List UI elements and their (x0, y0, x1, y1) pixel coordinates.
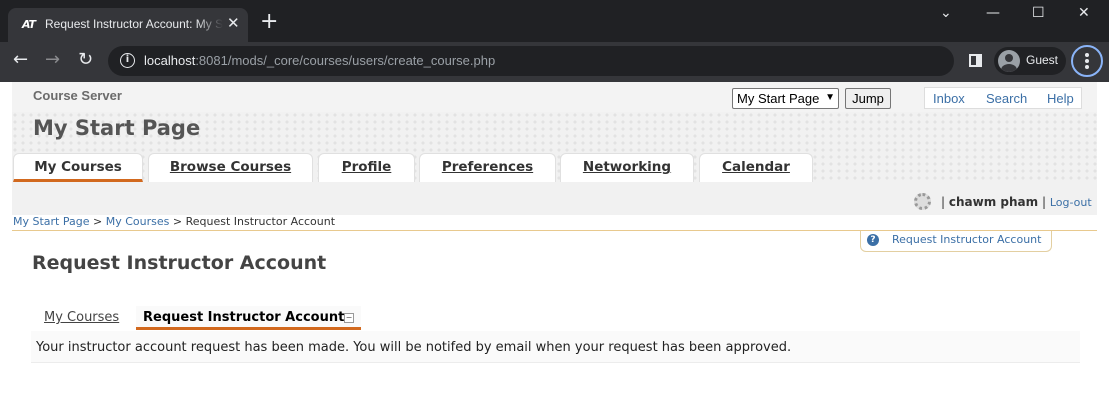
user-bar: | chawm pham | Log-out (12, 182, 1097, 215)
tab-search-icon[interactable]: ⌄ (940, 5, 952, 21)
atutor-favicon-icon: AT (22, 18, 36, 31)
separator: | (941, 195, 946, 209)
url-host: localhost (144, 53, 196, 68)
jump-select-value: My Start Page (737, 91, 820, 106)
maximize-button[interactable]: ☐ (1032, 5, 1045, 21)
help-link[interactable]: Help (1047, 91, 1074, 106)
jump-button[interactable]: Jump (845, 88, 891, 109)
username: chawm pham (948, 195, 1039, 209)
page-header: My Start Page My Courses Browse Courses … (12, 112, 1097, 215)
close-window-button[interactable]: ✕ (1078, 5, 1090, 21)
browser-menu-icon[interactable] (1071, 45, 1103, 77)
help-label[interactable]: Request Instructor Account (892, 233, 1041, 246)
breadcrumb-bar: My Start Page > My Courses > Request Ins… (12, 215, 1097, 231)
top-bar: Course Server My Start Page ▼ Jump Inbox… (12, 82, 1097, 112)
help-box[interactable]: ? Request Instructor Account (860, 231, 1052, 252)
profile-label: Guest (1026, 53, 1059, 67)
breadcrumb-current: Request Instructor Account (185, 215, 336, 228)
tab-profile[interactable]: Profile (318, 153, 415, 182)
help-icon: ? (867, 234, 879, 246)
reload-icon[interactable]: ↻ (78, 49, 93, 70)
section-heading: Request Instructor Account (32, 252, 327, 274)
site-name: Course Server (33, 88, 122, 103)
profile-button[interactable]: Guest (994, 47, 1066, 75)
message-box: Your instructor account request has been… (31, 331, 1080, 363)
forward-icon[interactable]: → (45, 49, 60, 70)
url-path: :8081/mods/_core/courses/users/create_co… (195, 53, 496, 68)
browser-chrome: AT Request Instructor Account: My Start … (0, 0, 1109, 82)
feedback-message: Your instructor account request has been… (36, 340, 792, 355)
separator: | (1041, 195, 1047, 209)
back-icon[interactable]: ← (13, 49, 28, 70)
browser-tab[interactable]: AT Request Instructor Account: My Start … (8, 8, 248, 42)
side-panel-icon[interactable] (969, 54, 982, 67)
browser-toolbar: ← → ↻ i localhost:8081/mods/_core/course… (0, 42, 1109, 82)
breadcrumb: My Start Page > My Courses > Request Ins… (13, 215, 335, 228)
collapse-icon[interactable]: − (344, 313, 354, 323)
breadcrumb-separator: > (172, 215, 183, 228)
subtab-label: Request Instructor Account (143, 310, 345, 325)
site-info-icon[interactable]: i (120, 53, 135, 68)
tab-close-icon[interactable]: ✕ (227, 14, 240, 32)
jump-select[interactable]: My Start Page ▼ (732, 88, 839, 109)
new-tab-button[interactable]: + (260, 11, 278, 33)
page-title: My Start Page (33, 116, 201, 140)
breadcrumb-my-start-page[interactable]: My Start Page (13, 215, 90, 228)
tab-networking[interactable]: Networking (560, 153, 694, 182)
guest-avatar-icon (998, 50, 1020, 72)
logout-link[interactable]: Log-out (1050, 196, 1092, 209)
inbox-link[interactable]: Inbox (933, 91, 965, 106)
user-links: Inbox Search Help (924, 87, 1082, 109)
address-bar[interactable]: i localhost:8081/mods/_core/courses/user… (108, 46, 954, 76)
url-text: localhost:8081/mods/_core/courses/users/… (144, 53, 495, 68)
tab-calendar[interactable]: Calendar (699, 153, 813, 182)
page: Course Server My Start Page ▼ Jump Inbox… (0, 82, 1109, 413)
tab-browse-courses[interactable]: Browse Courses (148, 153, 313, 182)
user-area: | chawm pham | Log-out (941, 195, 1092, 209)
breadcrumb-my-courses[interactable]: My Courses (106, 215, 170, 228)
tab-title: Request Instructor Account: My Start Pag… (45, 17, 223, 31)
breadcrumb-separator: > (93, 215, 103, 228)
tab-my-courses[interactable]: My Courses (13, 153, 143, 182)
subtab-request-instructor-account[interactable]: Request Instructor Account − (136, 306, 361, 330)
search-link[interactable]: Search (986, 91, 1027, 106)
minimize-button[interactable]: — (986, 5, 1000, 21)
gear-icon[interactable] (914, 193, 931, 210)
tab-preferences[interactable]: Preferences (419, 153, 556, 182)
subtab-my-courses[interactable]: My Courses (44, 310, 119, 325)
chevron-down-icon: ▼ (825, 92, 835, 103)
